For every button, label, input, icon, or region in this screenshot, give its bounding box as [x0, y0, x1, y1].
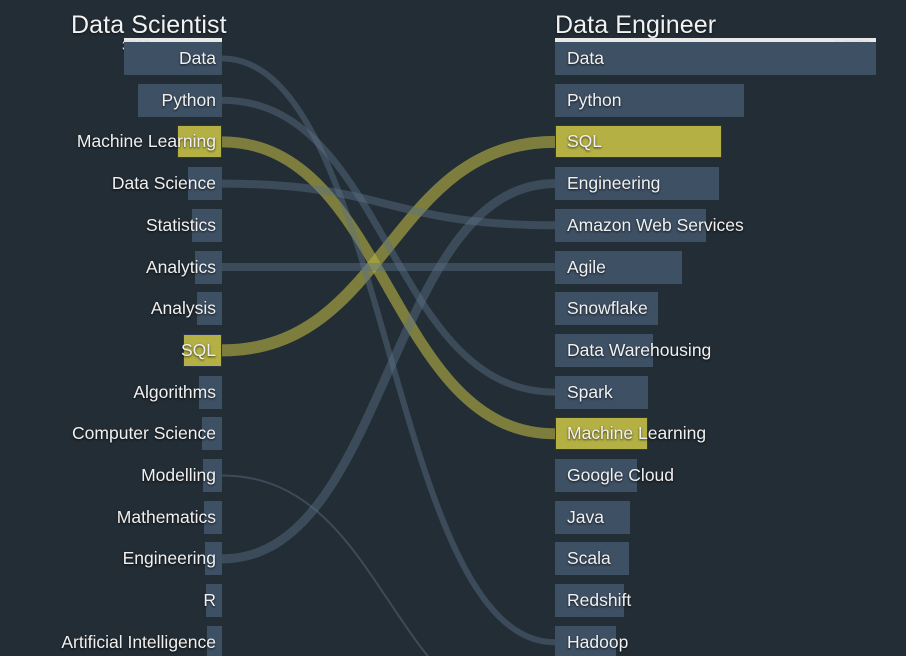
bar-label-right-12: Scala — [567, 548, 611, 569]
flow-ribbon-2 — [221, 179, 556, 230]
bar-label-left-4: Statistics — [145, 214, 216, 235]
bar-label-left-12: Engineering — [122, 548, 216, 569]
flow-ribbon-6 — [221, 55, 556, 646]
bar-label-left-7: SQL — [180, 339, 216, 360]
bar-label-right-8: Spark — [567, 381, 613, 402]
bar-label-left-2: Machine Learning — [76, 131, 216, 152]
bar-label-left-0: Data — [179, 48, 216, 68]
bar-label-right-5: Agile — [567, 256, 606, 277]
bar-label-right-4: Amazon Web Services — [567, 214, 744, 235]
bar-label-left-9: Computer Science — [72, 423, 216, 444]
bar-label-right-1: Python — [567, 89, 622, 110]
flow-ribbon-0 — [221, 136, 556, 440]
bar-label-right-3: Engineering — [567, 173, 661, 194]
bar-label-right-2: SQL — [567, 131, 603, 152]
bar-label-right-6: Snowflake — [567, 298, 648, 319]
bar-label-right-13: Redshift — [567, 590, 632, 611]
bar-label-left-8: Algorithms — [133, 381, 216, 402]
flow-ribbon-4 — [221, 179, 556, 564]
bar-label-left-10: Modelling — [141, 465, 216, 485]
flow-ribbon-5 — [221, 96, 556, 396]
bar-label-left-3: Data Science — [111, 173, 216, 194]
bar-label-left-6: Analysis — [150, 298, 216, 319]
flow-ribbon-7 — [221, 474, 430, 656]
bar-label-right-10: Google Cloud — [567, 465, 675, 485]
bar-label-left-14: Artificial Intelligence — [61, 631, 216, 652]
bar-label-left-1: Python — [161, 89, 216, 110]
bar-label-left-11: Mathematics — [116, 506, 216, 527]
panel-right-title: Data Engineer — [555, 11, 717, 39]
bar-label-left-5: Analytics — [145, 256, 216, 277]
bar-label-right-9: Machine Learning — [567, 423, 707, 444]
bar-label-right-14: Hadoop — [567, 631, 629, 652]
chart-canvas: Data Scientist 3310 Data Engineer 10353 … — [0, 0, 906, 656]
bar-label-right-7: Data Warehousing — [567, 339, 712, 360]
bar-label-right-0: Data — [567, 48, 604, 68]
flow-ribbon-1 — [221, 135, 556, 357]
bar-label-left-13: R — [203, 590, 216, 611]
bar-label-right-11: Java — [567, 506, 604, 527]
panel-left-title: Data Scientist — [71, 11, 227, 39]
